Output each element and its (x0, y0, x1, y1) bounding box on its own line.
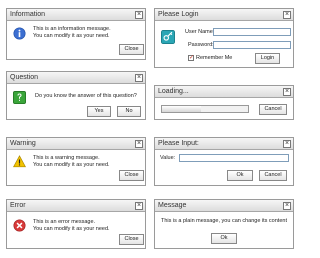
ok-button[interactable]: Ok (227, 170, 253, 181)
dialog-title: Please Login (155, 9, 293, 21)
cancel-button[interactable]: Cancel (259, 170, 287, 181)
dialog-title: Warning (7, 138, 145, 150)
progress-bar (161, 105, 249, 113)
close-button[interactable]: Close (119, 170, 144, 181)
close-button[interactable]: Close (119, 234, 144, 245)
error-message: This is an error message. You can modify… (33, 219, 110, 233)
close-icon[interactable]: × (283, 139, 291, 148)
warning-dialog: Warning × This is a warning message. You… (6, 137, 146, 186)
remember-checkbox[interactable]: ✓ (188, 55, 194, 61)
close-icon[interactable]: × (135, 10, 143, 19)
dialog-title: Error (7, 200, 145, 212)
no-button[interactable]: No (117, 106, 141, 117)
key-icon (161, 30, 175, 44)
error-message-line2: You can modify it as your need. (33, 226, 110, 232)
close-icon[interactable]: × (135, 73, 143, 82)
close-icon[interactable]: × (283, 10, 291, 19)
dialog-title: Message (155, 200, 293, 212)
information-dialog: Information × This is an information mes… (6, 8, 146, 60)
warning-message-line2: You can modify it as your need. (33, 162, 110, 168)
dialog-title: Loading... (155, 86, 293, 98)
password-input[interactable] (213, 41, 291, 49)
warning-message: This is a warning message. You can modif… (33, 155, 110, 169)
warning-message-line1: This is a warning message. (33, 155, 100, 161)
close-icon[interactable]: × (283, 201, 291, 210)
password-label: Password: (188, 42, 214, 48)
progress-fill (162, 106, 201, 112)
login-dialog: Please Login × User Name: Password: ✓ Re… (154, 8, 294, 68)
question-icon (13, 91, 26, 104)
close-icon[interactable]: × (283, 87, 291, 96)
question-dialog: Question × Do you know the answer of thi… (6, 71, 146, 120)
ok-button[interactable]: Ok (211, 233, 237, 244)
close-button[interactable]: Close (119, 44, 144, 55)
remember-label: Remember Me (196, 55, 233, 61)
plain-message: This is a plain message, you can change … (161, 218, 287, 224)
yes-button[interactable]: Yes (87, 106, 111, 117)
info-message: This is an information message. You can … (33, 26, 111, 40)
cancel-button[interactable]: Cancel (259, 104, 287, 115)
info-icon (13, 27, 26, 40)
loading-dialog: Loading... × Cancel (154, 85, 294, 120)
error-icon (13, 219, 26, 232)
error-message-line1: This is an error message. (33, 219, 96, 225)
username-input[interactable] (213, 28, 291, 36)
info-message-line2: You can modify it as your need. (33, 33, 110, 39)
message-dialog: Message × This is a plain message, you c… (154, 199, 294, 249)
dialog-title: Information (7, 9, 145, 21)
close-icon[interactable]: × (135, 201, 143, 210)
question-message: Do you know the answer of this question? (35, 93, 137, 99)
input-dialog: Please Input: × Value: Ok Cancel (154, 137, 294, 186)
dialog-title: Question (7, 72, 145, 84)
login-button[interactable]: Login (255, 53, 280, 64)
close-icon[interactable]: × (135, 139, 143, 148)
dialog-title: Please Input: (155, 138, 293, 150)
value-label: Value: (160, 155, 176, 161)
error-dialog: Error × This is an error message. You ca… (6, 199, 146, 249)
username-label: User Name: (185, 29, 215, 35)
value-input[interactable] (179, 154, 289, 162)
warning-icon (13, 155, 26, 168)
info-message-line1: This is an information message. (33, 26, 111, 32)
